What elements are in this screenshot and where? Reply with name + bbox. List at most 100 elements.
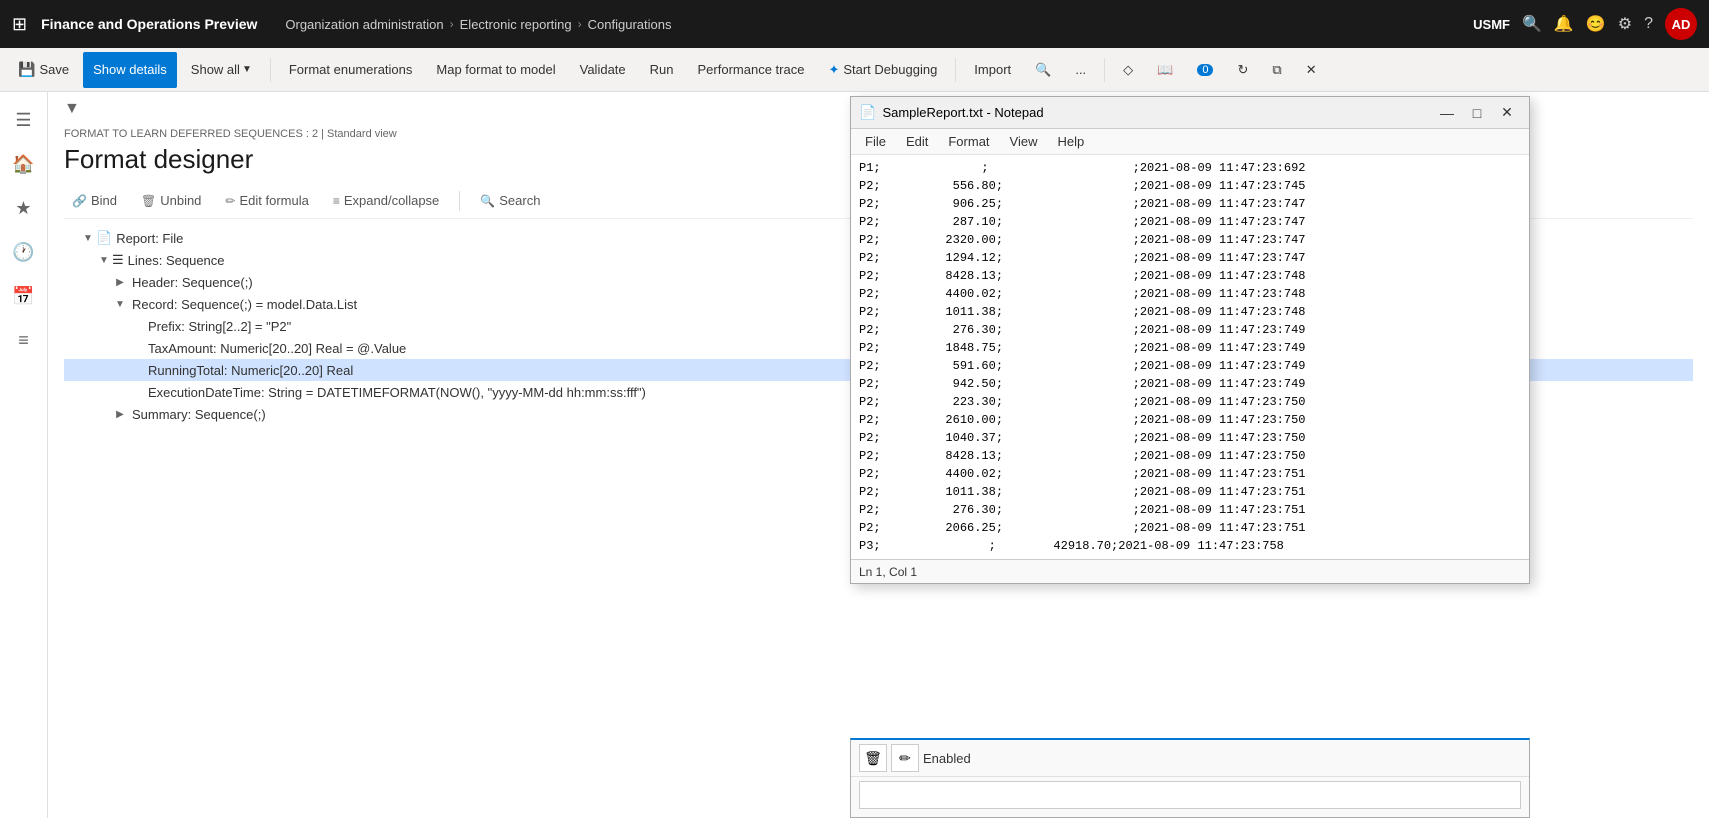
breadcrumb-er[interactable]: Electronic reporting xyxy=(460,17,572,32)
tree-toggle-3[interactable]: ▼ xyxy=(112,296,128,312)
sidebar-menu-icon[interactable]: ☰ xyxy=(4,100,44,140)
show-all-label: Show all xyxy=(191,62,240,77)
separator-1 xyxy=(270,58,271,82)
save-label: Save xyxy=(39,62,69,77)
tree-toggle-2[interactable]: ▶ xyxy=(112,274,128,290)
save-button[interactable]: 💾 Save xyxy=(8,52,79,88)
start-debugging-button[interactable]: ✦ Start Debugging xyxy=(818,52,947,88)
top-bar-right: USMF 🔍 🔔 😊 ⚙ ? AD xyxy=(1473,8,1697,40)
breadcrumb-sep2: › xyxy=(578,17,582,31)
performance-trace-button[interactable]: Performance trace xyxy=(688,52,815,88)
menu-file[interactable]: File xyxy=(855,132,896,151)
bind-icon: 🔗 xyxy=(72,194,87,208)
sidebar-list-icon[interactable]: ≡ xyxy=(4,320,44,360)
notepad-titlebar: 📄 SampleReport.txt - Notepad — □ ✕ xyxy=(851,97,1529,129)
book-icon-button[interactable]: 📖 xyxy=(1147,52,1183,88)
edit-formula-label: Edit formula xyxy=(239,193,308,208)
menu-edit[interactable]: Edit xyxy=(896,132,938,151)
map-format-button[interactable]: Map format to model xyxy=(426,52,565,88)
maximize-button[interactable]: □ xyxy=(1463,101,1491,125)
enabled-input[interactable] xyxy=(859,781,1521,809)
bind-button[interactable]: 🔗 Bind xyxy=(64,189,125,212)
show-all-dropdown-icon: ▼ xyxy=(242,64,252,75)
close-button[interactable]: ✕ xyxy=(1296,52,1327,88)
tree-toggle-0[interactable]: ▼ xyxy=(80,230,96,246)
search-button[interactable]: 🔍 xyxy=(1025,52,1061,88)
run-button[interactable]: Run xyxy=(640,52,684,88)
import-button[interactable]: Import xyxy=(964,52,1021,88)
unbind-label: Unbind xyxy=(160,193,201,208)
user-icon[interactable]: 😊 xyxy=(1586,14,1606,34)
breadcrumb-config[interactable]: Configurations xyxy=(588,17,672,32)
sidebar-home-icon[interactable]: 🏠 xyxy=(4,144,44,184)
edit-button[interactable]: ✏ xyxy=(891,744,919,772)
validate-button[interactable]: Validate xyxy=(570,52,636,88)
sidebar-workspace-icon[interactable]: 📅 xyxy=(4,276,44,316)
sidebar-recent-icon[interactable]: 🕐 xyxy=(4,232,44,272)
breadcrumb-org[interactable]: Organization administration xyxy=(285,17,443,32)
grid-icon[interactable]: ⊞ xyxy=(12,14,27,35)
action-bar: 💾 Save Show details Show all ▼ Format en… xyxy=(0,48,1709,92)
map-format-label: Map format to model xyxy=(436,62,555,77)
menu-view[interactable]: View xyxy=(1000,132,1048,151)
delete-button[interactable]: 🗑 xyxy=(859,744,887,772)
show-all-button[interactable]: Show all ▼ xyxy=(181,52,262,88)
unbind-button[interactable]: 🗑 Unbind xyxy=(133,189,209,212)
expand-collapse-button[interactable]: ≡ Expand/collapse xyxy=(325,189,447,212)
sequence-icon: ☰ xyxy=(112,252,124,268)
separator-3 xyxy=(1104,58,1105,82)
start-debugging-label: Start Debugging xyxy=(843,62,937,77)
popout-button[interactable]: ⧉ xyxy=(1262,52,1291,88)
tree-toggle-8[interactable]: ▶ xyxy=(112,406,128,422)
badge-count: 0 xyxy=(1197,64,1213,76)
format-enumerations-button[interactable]: Format enumerations xyxy=(279,52,423,88)
performance-trace-label: Performance trace xyxy=(698,62,805,77)
tree-toggle-1[interactable]: ▼ xyxy=(96,252,112,268)
cursor-position: Ln 1, Col 1 xyxy=(859,565,917,579)
unbind-icon: 🗑 xyxy=(141,194,156,208)
sidebar-favorite-icon[interactable]: ★ xyxy=(4,188,44,228)
format-enumerations-label: Format enumerations xyxy=(289,62,413,77)
notepad-window: 📄 SampleReport.txt - Notepad — □ ✕ File … xyxy=(850,96,1530,584)
enabled-label: Enabled xyxy=(923,751,971,766)
notepad-statusbar: Ln 1, Col 1 xyxy=(851,559,1529,583)
refresh-button[interactable]: ↻ xyxy=(1227,52,1258,88)
minimize-button[interactable]: — xyxy=(1433,101,1461,125)
edit-formula-button[interactable]: ✏ Edit formula xyxy=(217,189,316,212)
search-label: Search xyxy=(499,193,540,208)
save-icon: 💾 xyxy=(18,61,35,78)
expand-label: Expand/collapse xyxy=(344,193,439,208)
search-toolbar-button[interactable]: 🔍 Search xyxy=(472,189,548,212)
search-toolbar-icon: 🔍 xyxy=(480,194,495,208)
more-button[interactable]: ... xyxy=(1065,52,1096,88)
search-icon[interactable]: 🔍 xyxy=(1522,14,1542,34)
expand-icon: ≡ xyxy=(333,194,340,208)
badge-button[interactable]: 0 xyxy=(1187,52,1223,88)
top-navigation-bar: ⊞ Finance and Operations Preview Organiz… xyxy=(0,0,1709,48)
app-title: Finance and Operations Preview xyxy=(41,16,257,32)
bind-label: Bind xyxy=(91,193,117,208)
toolbar-sep xyxy=(459,191,460,211)
import-label: Import xyxy=(974,62,1011,77)
filter-icon[interactable]: ▼ xyxy=(64,100,80,118)
notepad-content[interactable]: P1; ; ;2021-08-09 11:47:23:692 P2; 556.8… xyxy=(851,155,1529,559)
close-window-button[interactable]: ✕ xyxy=(1493,101,1521,125)
region-label: USMF xyxy=(1473,17,1510,32)
file-icon: 📄 xyxy=(96,230,112,246)
bottom-panel: 🗑 ✏ Enabled xyxy=(850,738,1530,818)
edit-icon: ✏ xyxy=(899,750,911,767)
notepad-title: SampleReport.txt - Notepad xyxy=(882,105,1427,120)
sidebar-icons: ☰ 🏠 ★ 🕐 📅 ≡ xyxy=(0,92,48,818)
notepad-menubar: File Edit Format View Help xyxy=(851,129,1529,155)
diamond-icon-button[interactable]: ◇ xyxy=(1113,52,1143,88)
more-label: ... xyxy=(1075,62,1086,77)
notification-icon[interactable]: 🔔 xyxy=(1554,14,1574,34)
edit-formula-icon: ✏ xyxy=(225,194,235,208)
help-icon[interactable]: ? xyxy=(1644,15,1653,33)
bottom-panel-toolbar: 🗑 ✏ Enabled xyxy=(851,740,1529,777)
menu-format[interactable]: Format xyxy=(938,132,999,151)
settings-icon[interactable]: ⚙ xyxy=(1618,14,1632,34)
show-details-button[interactable]: Show details xyxy=(83,52,177,88)
avatar[interactable]: AD xyxy=(1665,8,1697,40)
menu-help[interactable]: Help xyxy=(1047,132,1094,151)
